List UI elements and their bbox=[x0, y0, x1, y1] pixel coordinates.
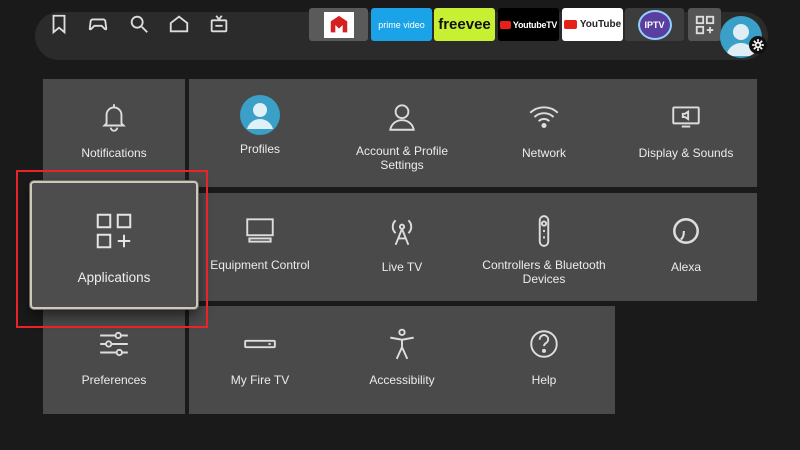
youtube-play-icon bbox=[563, 20, 577, 29]
tile-label: Account & Profile Settings bbox=[355, 144, 449, 172]
sliders-icon bbox=[96, 326, 132, 362]
freevee-label: freevee bbox=[438, 16, 491, 33]
youtube-tv-app[interactable]: YoutubeTV bbox=[498, 8, 559, 41]
freevee-app[interactable]: freevee bbox=[434, 8, 495, 41]
tile-label: Help bbox=[531, 373, 557, 387]
tile-label: Live TV bbox=[381, 260, 423, 274]
tile-help[interactable]: Help bbox=[473, 306, 615, 414]
downloader-logo-icon bbox=[323, 11, 354, 38]
youtube-label: YouTube bbox=[579, 19, 622, 30]
tv-equipment-icon bbox=[242, 213, 278, 249]
antenna-icon bbox=[384, 213, 420, 249]
person-icon bbox=[384, 99, 420, 135]
tile-label: Preferences bbox=[81, 373, 147, 387]
tile-label: My Fire TV bbox=[230, 373, 290, 387]
tile-my-fire-tv[interactable]: My Fire TV bbox=[189, 306, 331, 414]
gear-icon[interactable] bbox=[749, 36, 767, 54]
remote-icon bbox=[526, 213, 562, 249]
display-speaker-icon bbox=[668, 99, 704, 135]
youtube-play-icon bbox=[499, 20, 511, 29]
apps-grid-button[interactable] bbox=[688, 8, 721, 41]
tile-label: Controllers & Bluetooth Devices bbox=[482, 258, 606, 286]
fire-tv-device-icon bbox=[242, 326, 278, 362]
prime-video-app[interactable]: prime video bbox=[371, 8, 432, 41]
tile-label: Profiles bbox=[239, 142, 280, 156]
home-icon[interactable] bbox=[167, 12, 191, 36]
app-grid-icon bbox=[695, 15, 714, 34]
profile-avatar-icon bbox=[240, 95, 280, 135]
gamepad-icon[interactable] bbox=[86, 12, 110, 36]
tile-label: Equipment Control bbox=[210, 258, 310, 272]
tile-alexa[interactable]: Alexa bbox=[615, 193, 757, 301]
downloader-app[interactable] bbox=[309, 8, 368, 41]
highlight-annotation-box bbox=[16, 170, 208, 328]
tile-equipment-control[interactable]: Equipment Control bbox=[189, 193, 331, 301]
prime-video-label: prime video bbox=[378, 19, 425, 30]
tile-controllers-bluetooth[interactable]: Controllers & Bluetooth Devices bbox=[473, 193, 615, 301]
tile-label: Display & Sounds bbox=[638, 146, 734, 160]
tile-account-profile-settings[interactable]: Account & Profile Settings bbox=[331, 79, 473, 187]
tile-label: Network bbox=[521, 146, 566, 160]
tile-accessibility[interactable]: Accessibility bbox=[331, 306, 473, 414]
help-icon bbox=[526, 326, 562, 362]
tile-label: Accessibility bbox=[369, 373, 435, 387]
search-icon[interactable] bbox=[127, 12, 151, 36]
accessibility-icon bbox=[384, 326, 420, 362]
tile-display-sounds[interactable]: Display & Sounds bbox=[615, 79, 757, 187]
bell-icon bbox=[96, 99, 132, 135]
iptv-logo-icon: IPTV bbox=[637, 9, 672, 40]
wifi-icon bbox=[526, 99, 562, 135]
tile-profiles[interactable]: Profiles bbox=[189, 79, 331, 187]
iptv-app[interactable]: IPTV bbox=[625, 8, 684, 41]
tile-label: Alexa bbox=[670, 260, 702, 274]
youtube-tv-label: YoutubeTV bbox=[512, 19, 558, 30]
alexa-icon bbox=[668, 213, 704, 249]
tile-network[interactable]: Network bbox=[473, 79, 615, 187]
youtube-app[interactable]: YouTube bbox=[562, 8, 623, 41]
live-tv-icon[interactable] bbox=[207, 12, 231, 36]
tile-label: Notifications bbox=[81, 146, 147, 160]
bookmark-icon[interactable] bbox=[47, 12, 71, 36]
tile-live-tv[interactable]: Live TV bbox=[331, 193, 473, 301]
